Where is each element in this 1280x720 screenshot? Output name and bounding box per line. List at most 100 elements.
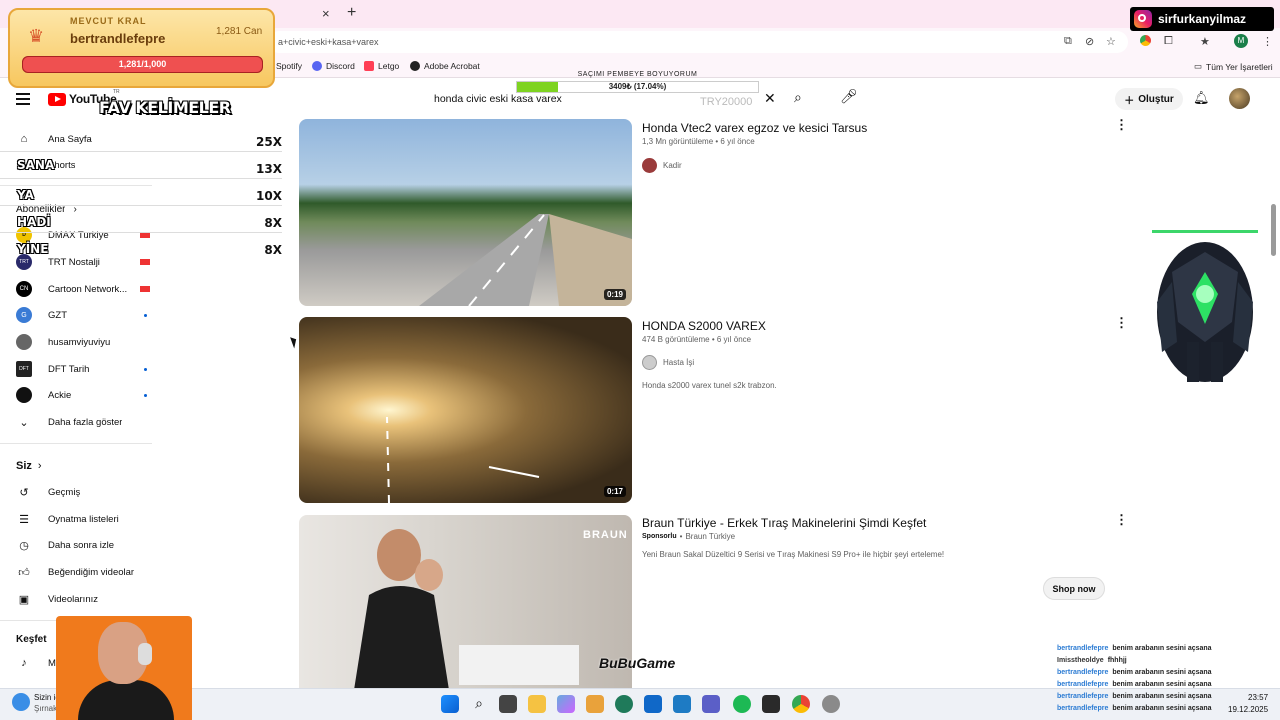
bookmarks-star-icon[interactable]: ★ (1200, 35, 1210, 48)
more-options-icon[interactable]: ⋮ (1115, 117, 1128, 133)
sidebar-item-dft-tarih[interactable]: DFT DFT Tarih (16, 357, 156, 381)
fav-word: HADİ (17, 215, 51, 229)
dft-avatar: DFT (16, 361, 32, 377)
folder-icon: ▭ (1194, 61, 1203, 71)
channel-avatar (642, 158, 657, 173)
video-title[interactable]: HONDA S2000 VAREX (642, 319, 766, 333)
address-bar[interactable]: a+civic+eski+kasa+varex (268, 31, 1128, 53)
ad-thumbnail[interactable]: BRAUN (299, 515, 632, 690)
sidebar-item-ackie[interactable]: Ackie (16, 383, 156, 407)
live-icon (140, 259, 150, 265)
spotify-icon[interactable] (733, 695, 751, 713)
fav-word: YA (17, 188, 34, 202)
instagram-badge: sirfurkanyilmaz (1130, 7, 1274, 31)
teams-icon[interactable] (702, 695, 720, 713)
sidebar-item-gzt[interactable]: G GZT (16, 303, 156, 327)
video-thumbnail[interactable]: 0:19 (299, 119, 632, 306)
video-description: Honda s2000 varex tunel s2k trabzon. (642, 381, 777, 390)
bookmark-spotify[interactable]: Spotify (276, 61, 302, 71)
sidebar-show-more[interactable]: ⌄ Daha fazla göster (16, 410, 156, 434)
video-thumbnail[interactable]: 0:17 (299, 317, 632, 503)
bookmark-star-icon[interactable]: ☆ (1106, 35, 1116, 48)
playlist-icon: ☰ (19, 513, 29, 526)
sidebar-item-cartoon-network[interactable]: CN Cartoon Network... (16, 277, 156, 301)
chrome-icon[interactable] (792, 695, 810, 713)
scrollbar-thumb[interactable] (1271, 204, 1276, 256)
bookmark-adobe[interactable]: Adobe Acrobat (410, 61, 480, 71)
taskbar-clock[interactable]: 23:57 19.12.2025 (1228, 692, 1268, 716)
notifications-bell-icon[interactable]: 🔔︎ (1193, 90, 1210, 106)
edge-icon[interactable] (615, 695, 633, 713)
copilot-icon[interactable] (557, 695, 575, 713)
more-options-icon[interactable]: ⋮ (1115, 315, 1128, 331)
new-content-dot (144, 394, 147, 397)
all-bookmarks[interactable]: ▭ Tüm Yer İşaretleri (1194, 61, 1273, 72)
task-view-icon[interactable] (499, 695, 517, 713)
video-meta: 1,3 Mn görüntüleme • 6 yıl önce (642, 137, 755, 146)
obs-icon[interactable] (822, 695, 840, 713)
sidebar-item-husamviyuviyu[interactable]: husamviyuviyu (16, 330, 156, 354)
ad-title[interactable]: Braun Türkiye - Erkek Tıraş Makinelerini… (642, 516, 926, 530)
clock-icon: ◷ (19, 539, 29, 552)
letgo-icon (364, 61, 374, 71)
create-button[interactable]: ＋ Oluştur (1115, 88, 1183, 110)
outlook-icon[interactable] (644, 695, 662, 713)
sidebar-divider (0, 185, 152, 186)
app-icon[interactable] (762, 695, 780, 713)
store-icon[interactable] (586, 695, 604, 713)
sidebar-item-liked-videos[interactable]: 👍︎ Beğendiğim videolar (16, 560, 156, 584)
husamviyuviyu-avatar (16, 334, 32, 350)
sidebar-divider (0, 443, 152, 444)
ad-thumbnail-art (354, 529, 579, 690)
sidebar-item-history[interactable]: ↺ Geçmiş (16, 480, 156, 504)
video-title[interactable]: Honda Vtec2 varex egzoz ve kesici Tarsus (642, 121, 867, 135)
fav-word: YİNE (17, 242, 49, 256)
webcam-headphone (138, 643, 152, 665)
new-tab-button[interactable]: + (347, 4, 356, 22)
sidebar-item-watch-later[interactable]: ◷ Daha sonra izle (16, 533, 156, 557)
menu-icon[interactable] (16, 93, 30, 108)
mic-icon[interactable]: 🎤︎ (840, 88, 858, 105)
account-avatar[interactable] (1229, 88, 1250, 109)
bookmark-discord[interactable]: Discord (312, 61, 355, 71)
more-options-icon[interactable]: ⋮ (1115, 512, 1128, 528)
cartoon-network-avatar: CN (16, 281, 32, 297)
browser-menu-icon[interactable]: ⋮ (1262, 35, 1273, 48)
dmax-avatar: D (16, 227, 32, 243)
video-duration: 0:17 (603, 486, 626, 497)
video-channel[interactable]: Kadir (642, 158, 682, 173)
fav-divider (0, 232, 282, 233)
history-icon: ↺ (19, 486, 29, 499)
fav-divider (0, 151, 282, 152)
discord-icon (312, 61, 322, 71)
app-icon[interactable] (673, 695, 691, 713)
taskbar-search-icon[interactable]: ⌕ (470, 695, 488, 713)
ad-description: Yeni Braun Sakal Düzeltici 9 Serisi ve T… (642, 550, 945, 559)
ad-channel[interactable]: Sponsorlu • Braun Türkiye (642, 532, 735, 541)
search-icon[interactable]: ⌕ (794, 89, 802, 106)
shop-now-button[interactable]: Shop now (1043, 577, 1105, 600)
donation-ghost-text: TRY20000 (700, 96, 753, 108)
video-channel[interactable]: Hasta İşi (642, 355, 694, 370)
sidebar-you-heading[interactable]: Siz › (16, 460, 42, 472)
sidebar-item-playlists[interactable]: ☰ Oynatma listeleri (16, 507, 156, 531)
new-content-dot (144, 368, 147, 371)
adobe-icon (410, 61, 420, 71)
sidebar-item-home[interactable]: ⌂ Ana Sayfa (16, 127, 156, 151)
sidebar-item-your-videos[interactable]: ▣ Videolarınız (16, 587, 156, 611)
chat-message: bertrandlefepre benim arabanın sesini açs… (1057, 705, 1212, 712)
weather-icon[interactable] (12, 693, 30, 711)
tab-close-button[interactable]: × (322, 6, 330, 21)
extension-color-icon[interactable] (1140, 35, 1151, 46)
profile-avatar[interactable]: M (1234, 34, 1248, 48)
file-explorer-icon[interactable] (528, 695, 546, 713)
chat-message: bertrandlefepre benim arabanın sesini açs… (1057, 645, 1212, 652)
plus-icon: ＋ (1124, 95, 1135, 107)
install-icon[interactable]: ⧉ (1064, 35, 1072, 48)
channel-avatar (642, 355, 657, 370)
start-icon[interactable] (441, 695, 459, 713)
extensions-icon[interactable]: ⧠ (1164, 35, 1173, 48)
bookmark-letgo[interactable]: Letgo (364, 61, 399, 71)
clear-search-icon[interactable]: ✕ (764, 90, 776, 107)
eye-off-icon[interactable]: ⊘ (1085, 35, 1094, 48)
